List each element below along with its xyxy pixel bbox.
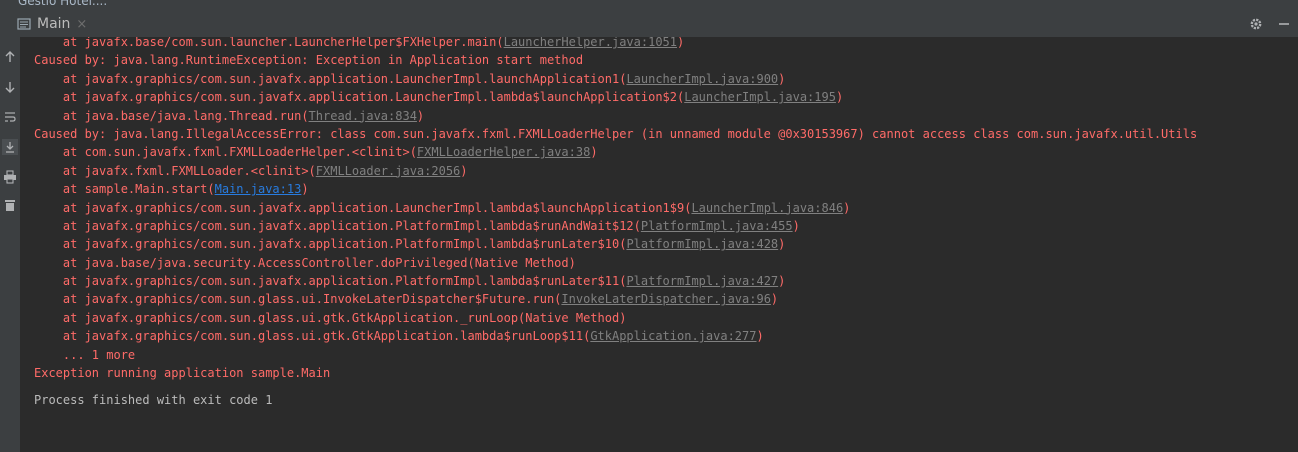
console-icon	[17, 18, 31, 30]
window-title: Gestio Hotel....	[18, 0, 108, 8]
console-line-text: at javafx.graphics/com.sun.glass.ui.gtk.…	[62, 310, 627, 325]
console-line-text: Caused by: java.lang.IllegalAccessError:…	[34, 126, 1198, 141]
console-line-suffix: )	[770, 292, 779, 307]
console-line-text: at javafx.graphics/com.sun.javafx.applic…	[62, 237, 627, 252]
source-link[interactable]: FXMLLoader.java:2056	[316, 164, 461, 178]
trash-icon[interactable]	[2, 197, 18, 213]
console-line-suffix: )	[590, 145, 598, 160]
console-line: at javafx.fxml.FXMLLoader.<clinit>(FXMLL…	[34, 162, 1298, 180]
source-link[interactable]: Main.java:13	[215, 182, 302, 196]
source-link[interactable]: PlatformImpl.java:455	[641, 219, 793, 233]
source-link[interactable]: LauncherImpl.java:846	[691, 201, 843, 215]
window-title-bar: Gestio Hotel....	[0, 0, 1298, 11]
console-line-text: at javafx.graphics/com.sun.javafx.applic…	[62, 274, 627, 289]
source-link[interactable]: InvokeLaterDispatcher.java:96	[561, 292, 771, 306]
tab-close-button[interactable]: ×	[76, 17, 87, 32]
rerun-icon[interactable]	[2, 49, 18, 65]
console-line-text: at javafx.graphics/com.sun.javafx.applic…	[62, 71, 627, 86]
console-line-suffix: )	[301, 182, 309, 197]
source-link[interactable]: GtkApplication.java:277	[590, 329, 756, 343]
source-link[interactable]: LauncherImpl.java:900	[626, 72, 778, 86]
source-link[interactable]: Thread.java:834	[309, 109, 417, 123]
process-exit-message: Process finished with exit code 1	[34, 393, 273, 407]
console-line-text: at javafx.base/com.sun.launcher.Launcher…	[62, 37, 504, 49]
console-line: ... 1 more	[34, 346, 1298, 364]
source-link[interactable]: PlatformImpl.java:428	[626, 237, 778, 251]
console-line-text: at javafx.graphics/com.sun.glass.ui.gtk.…	[62, 329, 591, 344]
scroll-to-end-icon[interactable]	[2, 139, 18, 155]
console-line-suffix: )	[778, 71, 786, 86]
console-line-suffix: )	[460, 163, 468, 178]
console-line-text: at java.base/java.security.AccessControl…	[62, 255, 576, 270]
tab-main-label: Main	[37, 16, 71, 32]
tab-bar: Main ×	[0, 11, 1298, 37]
console-line-suffix: )	[677, 37, 685, 49]
source-link[interactable]: LauncherImpl.java:195	[684, 90, 836, 104]
console-line-suffix: )	[416, 108, 425, 123]
console-toolbar	[0, 37, 20, 452]
console-line-suffix: )	[792, 218, 800, 233]
source-link[interactable]: FXMLLoaderHelper.java:38	[417, 145, 590, 159]
console-line: at javafx.graphics/com.sun.javafx.applic…	[34, 217, 1298, 235]
console-line-text: at javafx.graphics/com.sun.javafx.applic…	[62, 90, 685, 105]
console-output[interactable]: at javafx.base/com.sun.launcher.Launcher…	[21, 37, 1298, 452]
console-line-text: at java.base/java.lang.Thread.run(	[62, 108, 309, 123]
console-line: at javafx.graphics/com.sun.glass.ui.gtk.…	[34, 309, 1298, 327]
console-line-text: at javafx.graphics/com.sun.javafx.applic…	[62, 218, 641, 233]
console-line: Caused by: java.lang.RuntimeException: E…	[34, 51, 1298, 69]
source-link[interactable]: LauncherHelper.java:1051	[504, 37, 677, 49]
console-line: Exception running application sample.Mai…	[34, 364, 1298, 382]
console-line-suffix: )	[778, 237, 786, 252]
console-line: at javafx.graphics/com.sun.glass.ui.gtk.…	[34, 327, 1298, 345]
tab-main[interactable]: Main ×	[17, 11, 107, 37]
console-line-text: at javafx.graphics/com.sun.javafx.applic…	[62, 200, 692, 215]
console-line: at javafx.graphics/com.sun.glass.ui.Invo…	[34, 290, 1298, 308]
gear-icon[interactable]	[1248, 16, 1264, 32]
console-line: at javafx.graphics/com.sun.javafx.applic…	[34, 70, 1298, 88]
console-line: at javafx.graphics/com.sun.javafx.applic…	[34, 272, 1298, 290]
console-line-text: Caused by: java.lang.RuntimeException: E…	[34, 53, 584, 68]
console-lines: at javafx.base/com.sun.launcher.Launcher…	[34, 37, 1298, 382]
console-line: at javafx.graphics/com.sun.javafx.applic…	[34, 88, 1298, 106]
source-link[interactable]: PlatformImpl.java:427	[626, 274, 778, 288]
console-line: at sample.Main.start(Main.java:13)	[34, 180, 1298, 198]
console-line-text: at com.sun.javafx.fxml.FXMLLoaderHelper.…	[62, 145, 417, 160]
run-tool-window: Gestio Hotel.... Main × at javafx.base/c…	[0, 0, 1298, 452]
console-line: at com.sun.javafx.fxml.FXMLLoaderHelper.…	[34, 143, 1298, 161]
console-line: at java.base/java.security.AccessControl…	[34, 254, 1298, 272]
console-line-suffix: )	[835, 90, 844, 105]
console-line-text: at javafx.graphics/com.sun.glass.ui.Invo…	[62, 292, 562, 307]
print-icon[interactable]	[2, 169, 18, 185]
console-line-text: Exception running application sample.Mai…	[34, 366, 331, 381]
soft-wrap-icon[interactable]	[2, 109, 18, 125]
console-line-text: at sample.Main.start(	[62, 182, 215, 197]
console-line: at java.base/java.lang.Thread.run(Thread…	[34, 107, 1298, 125]
console-line-text: at javafx.fxml.FXMLLoader.<clinit>(	[62, 163, 316, 178]
minimize-icon[interactable]	[1276, 16, 1292, 32]
console-line-text: ... 1 more	[62, 347, 136, 362]
console-line: at javafx.graphics/com.sun.javafx.applic…	[34, 199, 1298, 217]
console-line-suffix: )	[778, 274, 786, 289]
console-line: Caused by: java.lang.IllegalAccessError:…	[34, 125, 1298, 143]
console-line: at javafx.graphics/com.sun.javafx.applic…	[34, 235, 1298, 253]
console-line-suffix: )	[756, 329, 764, 344]
console-line: at javafx.base/com.sun.launcher.Launcher…	[34, 37, 1298, 51]
down-arrow-icon[interactable]	[2, 79, 18, 95]
console-line-suffix: )	[843, 200, 851, 215]
